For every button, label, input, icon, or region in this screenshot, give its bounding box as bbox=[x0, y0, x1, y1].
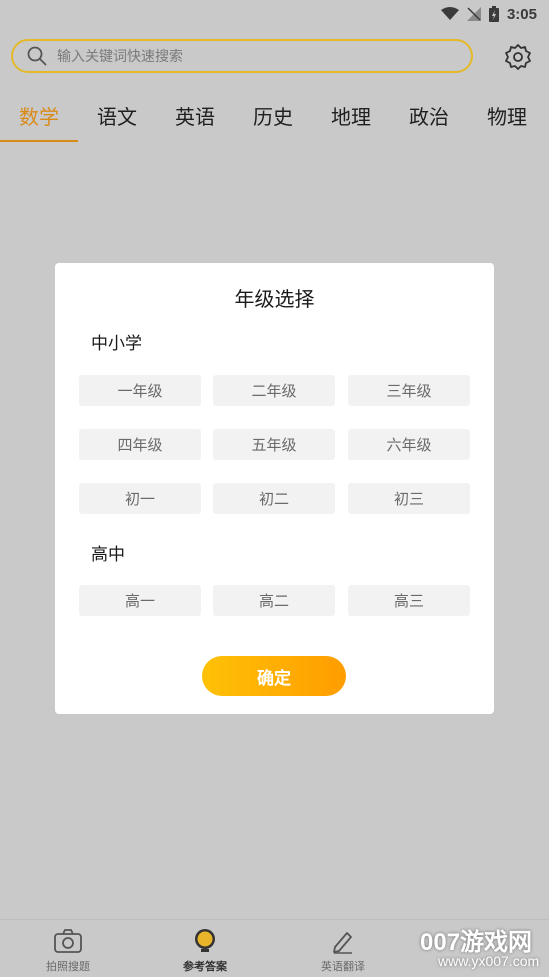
tab-physics[interactable]: 物理 bbox=[468, 88, 546, 142]
grade-select-dialog: 年级选择 中小学 一年级 二年级 三年级 四年级 五年级 六年级 初一 初二 初… bbox=[55, 263, 494, 714]
camera-icon bbox=[54, 929, 82, 953]
dialog-title: 年级选择 bbox=[234, 287, 315, 311]
gear-icon[interactable] bbox=[503, 42, 533, 72]
search-placeholder: 输入关键词快速搜索 bbox=[57, 49, 183, 65]
battery-icon bbox=[488, 6, 499, 22]
tab-history[interactable]: 历史 bbox=[234, 88, 312, 142]
tab-politics[interactable]: 政治 bbox=[390, 88, 468, 142]
grade-option[interactable]: 二年级 bbox=[213, 375, 335, 406]
status-bar: 3:05 bbox=[0, 0, 549, 28]
nav-answers[interactable]: 参考答案 bbox=[165, 928, 245, 974]
watermark-url: www.yx007.com bbox=[438, 953, 540, 969]
search-icon bbox=[27, 46, 47, 66]
grade-option[interactable]: 初二 bbox=[213, 483, 335, 514]
grade-option[interactable]: 初三 bbox=[348, 483, 470, 514]
pencil-icon bbox=[333, 932, 352, 954]
header: 输入关键词快速搜索 bbox=[0, 28, 549, 88]
tab-chinese[interactable]: 语文 bbox=[78, 88, 156, 142]
bulb-icon bbox=[195, 929, 215, 952]
grade-option[interactable]: 三年级 bbox=[348, 375, 470, 406]
grade-option[interactable]: 四年级 bbox=[79, 429, 201, 460]
clock: 3:05 bbox=[506, 5, 537, 23]
section-title-primary: 中小学 bbox=[91, 334, 142, 354]
grade-option[interactable]: 高三 bbox=[348, 585, 470, 616]
grade-option[interactable]: 五年级 bbox=[213, 429, 335, 460]
confirm-button[interactable]: 确定 bbox=[202, 656, 346, 696]
grade-option[interactable]: 初一 bbox=[79, 483, 201, 514]
subject-tabs: 数学 语文 英语 历史 地理 政治 物理 bbox=[0, 88, 549, 142]
nav-translate[interactable]: 英语翻译 bbox=[303, 928, 383, 974]
nav-photo-search[interactable]: 拍照搜题 bbox=[28, 928, 108, 974]
grade-option[interactable]: 高二 bbox=[213, 585, 335, 616]
search-input[interactable]: 输入关键词快速搜索 bbox=[11, 39, 473, 73]
tab-math[interactable]: 数学 bbox=[0, 88, 78, 142]
nav-label: 拍照搜题 bbox=[46, 960, 90, 973]
tab-english[interactable]: 英语 bbox=[156, 88, 234, 142]
no-signal-icon bbox=[466, 7, 481, 21]
wifi-icon bbox=[440, 7, 459, 20]
grade-option[interactable]: 一年级 bbox=[79, 375, 201, 406]
grade-option[interactable]: 六年级 bbox=[348, 429, 470, 460]
nav-label: 参考答案 bbox=[183, 960, 227, 973]
nav-label: 英语翻译 bbox=[321, 960, 365, 973]
tab-geography[interactable]: 地理 bbox=[312, 88, 390, 142]
watermark-logo: 007游戏网 bbox=[420, 929, 533, 956]
grade-option[interactable]: 高一 bbox=[79, 585, 201, 616]
section-title-high-school: 高中 bbox=[91, 545, 125, 565]
